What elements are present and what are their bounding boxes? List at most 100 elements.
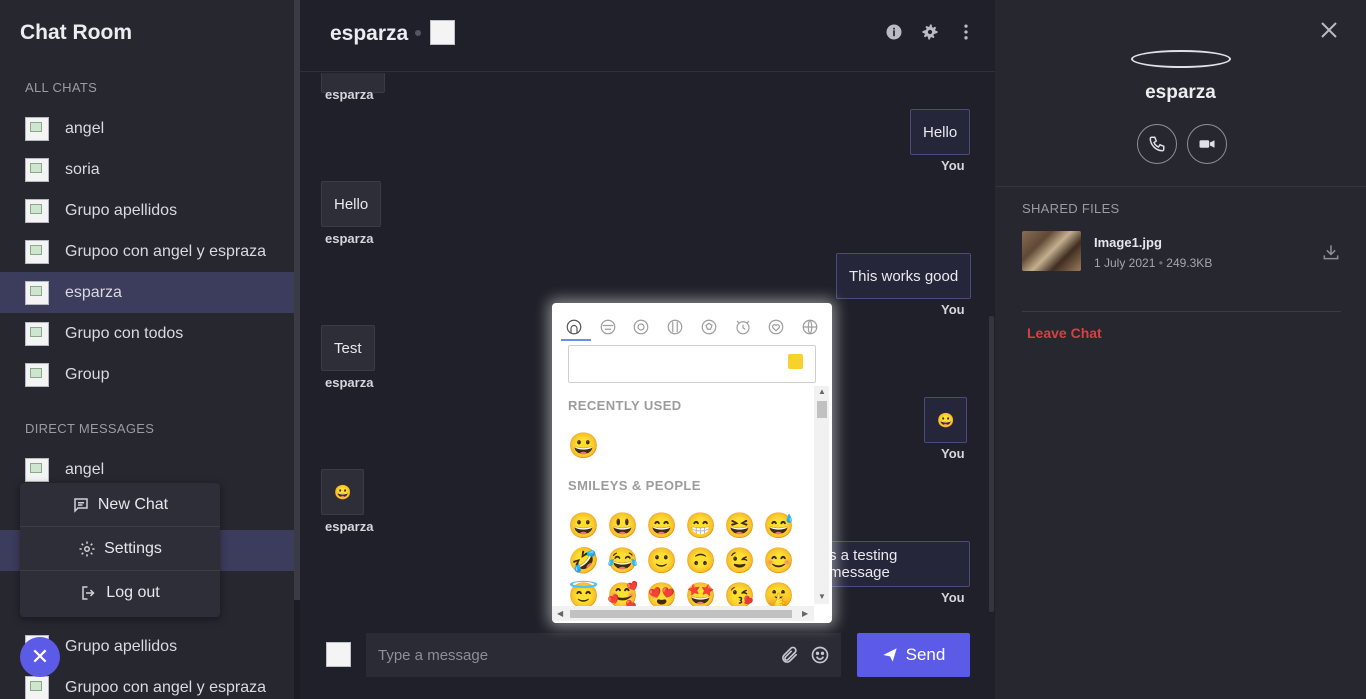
info-icon[interactable]	[884, 22, 904, 42]
leave-chat-button[interactable]: Leave Chat	[1027, 325, 1102, 341]
send-label: Send	[905, 645, 946, 664]
symbols-icon[interactable]	[762, 313, 790, 341]
chat-name: Grupo con todos	[65, 324, 184, 342]
objects-icon[interactable]	[729, 313, 757, 341]
chat-name: angel	[65, 460, 105, 478]
new-chat-button[interactable]: New Chat	[20, 483, 220, 527]
message-sender: You	[941, 302, 965, 317]
chat-name: Group	[65, 365, 110, 383]
phone-icon	[1149, 136, 1165, 152]
message-icon	[74, 497, 88, 513]
chat-name: Grupoo con angel y espraza	[65, 242, 267, 260]
chat-item[interactable]: Grupo apellidos	[0, 190, 294, 231]
avatar	[25, 321, 49, 346]
recent-label: RECENTLY USED	[568, 398, 682, 413]
emoji-icon[interactable]	[810, 645, 830, 665]
divider	[1022, 311, 1341, 312]
emoji-horizontal-scrollbar[interactable]: ◀ ▶	[552, 606, 814, 621]
scroll-up-icon[interactable]: ▲	[818, 387, 826, 396]
emoji[interactable]: 😅	[763, 511, 794, 541]
app-title: Chat Room	[20, 21, 132, 44]
activity-icon[interactable]	[695, 313, 723, 341]
avatar	[25, 198, 49, 223]
chat-name: Grupo apellidos	[65, 637, 178, 655]
message-bubble: This works good	[836, 253, 972, 299]
emoji[interactable]: 😀	[568, 431, 599, 461]
chat-item[interactable]: soria	[0, 149, 294, 190]
file-size: 249.3KB	[1166, 256, 1213, 270]
places-icon[interactable]	[661, 313, 689, 341]
call-button[interactable]	[1137, 124, 1177, 164]
message-bubble: Hello	[910, 109, 971, 155]
paperclip-icon[interactable]	[780, 645, 800, 665]
avatar	[25, 239, 49, 264]
message-bubble: 😀	[321, 469, 365, 515]
settings-button[interactable]: Settings	[20, 527, 220, 571]
file-meta: 1 July 2021 • 249.3KB	[1094, 256, 1213, 270]
emoji[interactable]: 😂	[607, 546, 638, 576]
people-icon[interactable]	[560, 313, 588, 341]
emoji[interactable]: 🙂	[646, 546, 677, 576]
emoji[interactable]: 😊	[763, 546, 794, 576]
video-call-button[interactable]	[1187, 124, 1227, 164]
message-sender: esparza	[325, 87, 374, 102]
food-icon[interactable]	[627, 313, 655, 341]
message-bubble: Test	[321, 325, 375, 371]
scroll-thumb[interactable]	[570, 610, 792, 618]
divider	[995, 186, 1366, 187]
message-input[interactable]	[366, 633, 841, 677]
send-button[interactable]: Send	[857, 633, 970, 677]
avatar	[25, 157, 49, 182]
emoji[interactable]: 😃	[607, 511, 638, 541]
profile-name: esparza	[1145, 82, 1216, 103]
chat-scrollbar[interactable]	[989, 316, 994, 612]
logout-button[interactable]: Log out	[20, 571, 220, 615]
avatar	[25, 116, 49, 141]
flags-icon[interactable]	[796, 313, 824, 341]
emoji[interactable]: 🙃	[685, 546, 716, 576]
message-sender: esparza	[325, 375, 374, 390]
status-image	[430, 20, 455, 45]
direct-messages-label: DIRECT MESSAGES	[25, 421, 155, 436]
gear-icon[interactable]	[920, 22, 940, 42]
avatar	[25, 280, 49, 305]
emoji[interactable]: 😆	[724, 511, 755, 541]
scroll-down-icon[interactable]: ▼	[818, 592, 826, 601]
emoji[interactable]: 😉	[724, 546, 755, 576]
emoji-search-input[interactable]	[568, 345, 816, 383]
close-menu-button[interactable]: ✕	[20, 637, 60, 677]
chat-item[interactable]: Grupoo con angel y espraza	[0, 231, 294, 272]
file-thumbnail[interactable]	[1022, 231, 1081, 271]
chat-item[interactable]: angel	[0, 108, 294, 149]
smileys-emoji-grid: 😀 😃 😄 😁 😆 😅 🤣 😂 🙂 🙃 😉 😊 😇 🥰 😍 🤩 😘 🤫	[568, 511, 812, 611]
scroll-left-icon[interactable]: ◀	[557, 609, 563, 618]
scroll-thumb[interactable]	[817, 401, 827, 418]
emoji[interactable]: 😀	[568, 511, 599, 541]
scroll-right-icon[interactable]: ▶	[802, 609, 808, 618]
recent-emoji-grid: 😀	[568, 431, 812, 461]
file-name[interactable]: Image1.jpg	[1094, 235, 1162, 250]
chat-name: angel	[65, 119, 105, 137]
avatar	[25, 362, 49, 387]
chat-name: Grupo apellidos	[65, 201, 178, 219]
more-vertical-icon[interactable]	[956, 22, 976, 42]
nature-icon[interactable]	[594, 313, 622, 341]
all-chats-label: ALL CHATS	[25, 80, 98, 95]
emoji[interactable]: 🤣	[568, 546, 599, 576]
chat-item-active[interactable]: esparza	[0, 272, 294, 313]
message-sender: You	[941, 590, 965, 605]
skin-tone-button[interactable]	[788, 354, 803, 369]
chat-app: Chat Room ALL CHATS angel soria Grupo ap…	[0, 0, 1366, 699]
download-icon[interactable]	[1321, 242, 1341, 262]
emoji[interactable]: 😁	[685, 511, 716, 541]
message-bubble: 😀	[924, 397, 968, 443]
chat-name: Grupoo con angel y espraza	[65, 678, 267, 696]
emoji-vertical-scrollbar[interactable]: ▲ ▼	[814, 386, 829, 604]
chat-item[interactable]: Group	[0, 354, 294, 395]
emoji[interactable]: 😄	[646, 511, 677, 541]
avatar	[25, 457, 49, 482]
avatar	[25, 675, 49, 699]
chat-item[interactable]: Grupo con todos	[0, 313, 294, 354]
chat-title: esparza	[330, 22, 409, 45]
close-icon[interactable]	[1317, 18, 1341, 42]
